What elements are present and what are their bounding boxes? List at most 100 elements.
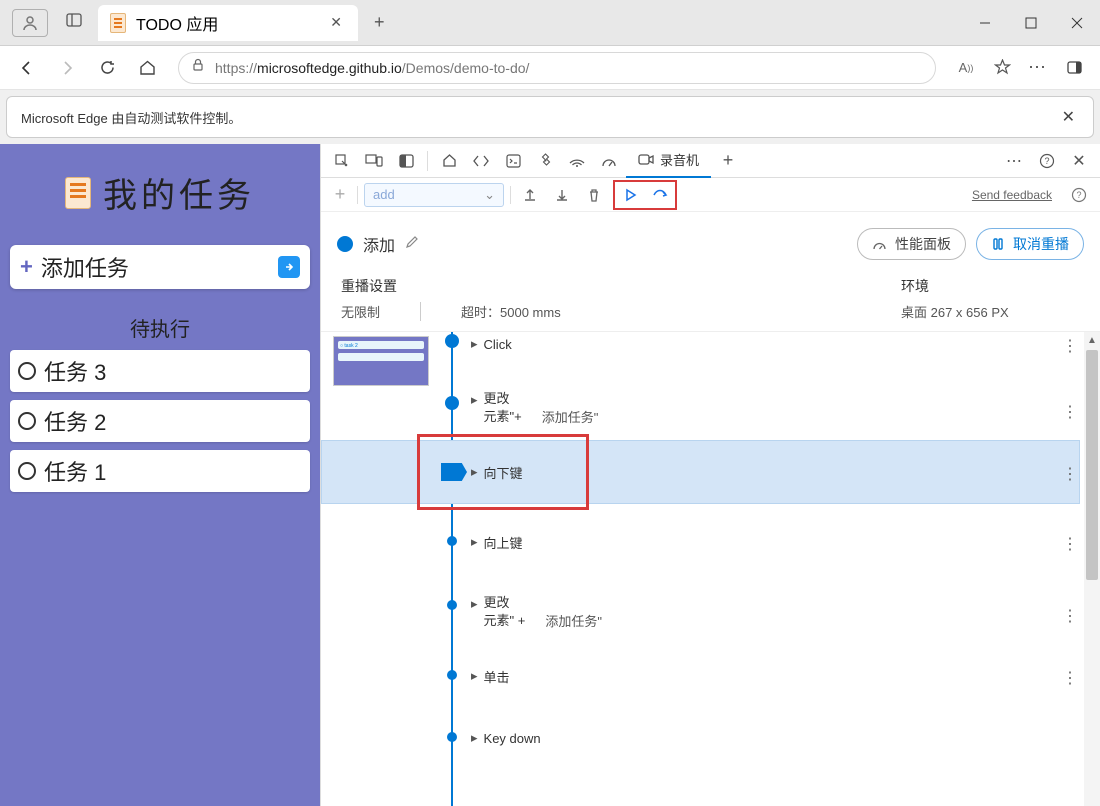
profile-button[interactable] xyxy=(12,9,48,37)
edit-name-icon[interactable] xyxy=(405,235,419,254)
window-titlebar: TODO 应用 ✕ + xyxy=(0,0,1100,46)
recorder-tab[interactable]: 录音机 xyxy=(626,144,711,178)
elements-tab-icon[interactable] xyxy=(466,147,496,175)
url-text: https://microsoftedge.github.io/Demos/de… xyxy=(215,60,923,76)
pending-header: 待执行 xyxy=(10,313,310,342)
env-value: 桌面 267 x 656 PX xyxy=(901,302,1009,321)
favorite-icon[interactable] xyxy=(986,52,1018,84)
network-tab-icon[interactable] xyxy=(562,147,592,175)
step-menu-icon[interactable]: ⋮ xyxy=(1062,336,1080,356)
current-step-marker xyxy=(441,463,467,481)
step-row[interactable]: ▸ 更改元素"+ 添加任务" xyxy=(471,386,1070,430)
task-item[interactable]: 任务 2 xyxy=(10,400,310,442)
performance-panel-button[interactable]: 性能面板 xyxy=(857,228,966,260)
devtools-panel: 录音机 + ⋯ ? ✕ + add ⌄ xyxy=(320,144,1100,806)
back-button[interactable] xyxy=(10,51,44,85)
banner-text: Microsoft Edge 由自动测试软件控制。 xyxy=(21,108,241,127)
forward-button[interactable] xyxy=(50,51,84,85)
replay-settings: 重播设置 无限制 超时：5000 mms 环境 桌面 267 x 656 PX xyxy=(321,270,1100,331)
recording-select-label: add xyxy=(373,187,395,202)
step-row[interactable]: ▸单击 xyxy=(471,656,1070,696)
app-header: 我的任务 xyxy=(10,168,310,217)
browser-tab[interactable]: TODO 应用 ✕ xyxy=(98,5,358,41)
step-row[interactable]: ▸Key down xyxy=(471,718,1070,758)
read-aloud-icon[interactable]: A)) xyxy=(950,52,982,84)
tab-favicon xyxy=(110,13,126,33)
more-tabs-button[interactable]: + xyxy=(713,147,743,175)
devtools-close-button[interactable]: ✕ xyxy=(1064,147,1094,175)
window-controls xyxy=(962,0,1100,46)
console-tab-icon[interactable] xyxy=(498,147,528,175)
task-label: 任务 3 xyxy=(44,355,106,387)
devtools-more-icon[interactable]: ⋯ xyxy=(1000,147,1030,175)
checkbox-icon[interactable] xyxy=(18,362,36,380)
replay-settings-label: 重播设置 xyxy=(341,276,901,296)
tab-close-button[interactable]: ✕ xyxy=(326,12,346,33)
task-label: 任务 1 xyxy=(44,455,106,487)
home-button[interactable] xyxy=(130,51,164,85)
checkbox-icon[interactable] xyxy=(18,462,36,480)
welcome-tab-icon[interactable] xyxy=(434,147,464,175)
inspect-icon[interactable] xyxy=(327,147,357,175)
step-label: 更改 xyxy=(484,391,510,406)
scroll-up-arrow[interactable]: ▲ xyxy=(1084,332,1100,348)
cancel-replay-button[interactable]: 取消重播 xyxy=(976,228,1084,260)
more-icon[interactable]: ⋯ xyxy=(1022,52,1054,84)
scrollbar-thumb[interactable] xyxy=(1086,350,1098,580)
toolbar: https://microsoftedge.github.io/Demos/de… xyxy=(0,46,1100,90)
step-thumbnail: ○ task 2 xyxy=(333,336,429,386)
export-icon[interactable] xyxy=(549,182,575,208)
banner-close-button[interactable]: ✕ xyxy=(1058,103,1079,131)
step-row[interactable]: ▸向上键 xyxy=(471,522,1070,562)
step-row[interactable]: ▸向下键 xyxy=(471,452,1070,492)
app-title: 我的任务 xyxy=(103,168,255,217)
step-menu-icon[interactable]: ⋮ xyxy=(1062,464,1080,484)
cancel-replay-label: 取消重播 xyxy=(1013,234,1069,254)
step-menu-icon[interactable]: ⋮ xyxy=(1062,534,1080,554)
step-menu-icon[interactable]: ⋮ xyxy=(1062,668,1080,688)
new-recording-button[interactable]: + xyxy=(329,184,351,205)
gauge-icon xyxy=(872,238,887,251)
chevron-down-icon: ⌄ xyxy=(484,187,495,203)
checkbox-icon[interactable] xyxy=(18,412,36,430)
new-tab-button[interactable]: + xyxy=(366,8,393,37)
tab-actions-icon[interactable] xyxy=(66,12,82,33)
dock-icon[interactable] xyxy=(391,147,421,175)
step-label: 向下键 xyxy=(484,463,523,482)
play-button[interactable] xyxy=(617,182,643,208)
send-feedback-link[interactable]: Send feedback xyxy=(972,188,1052,202)
delete-icon[interactable] xyxy=(581,182,607,208)
submit-task-button[interactable] xyxy=(278,256,300,278)
performance-tab-icon[interactable] xyxy=(594,147,624,175)
steps-timeline: ○ task 2 ▸Click ⋮ ▸ 更改元素"+ 添加任务" ⋮ xyxy=(321,331,1100,806)
step-menu-icon[interactable]: ⋮ xyxy=(1062,606,1080,626)
device-icon[interactable] xyxy=(359,147,389,175)
step-menu-icon[interactable]: ⋮ xyxy=(1062,402,1080,422)
refresh-button[interactable] xyxy=(90,51,124,85)
close-window-button[interactable] xyxy=(1054,0,1100,46)
step-label: Click xyxy=(484,337,512,352)
step-label: 向上键 xyxy=(484,533,523,552)
add-task-field[interactable]: + 添加任务 xyxy=(10,245,310,289)
task-item[interactable]: 任务 3 xyxy=(10,350,310,392)
step-button[interactable] xyxy=(647,182,673,208)
recording-select[interactable]: add ⌄ xyxy=(364,183,504,207)
maximize-button[interactable] xyxy=(1008,0,1054,46)
sources-tab-icon[interactable] xyxy=(530,147,560,175)
minimize-button[interactable] xyxy=(962,0,1008,46)
address-bar[interactable]: https://microsoftedge.github.io/Demos/de… xyxy=(178,52,936,84)
timeout-value: 超时：5000 mms xyxy=(461,302,561,321)
plus-icon: + xyxy=(20,254,33,280)
replay-unlimited: 无限制 xyxy=(341,302,380,321)
help-icon[interactable]: ? xyxy=(1032,147,1062,175)
perf-panel-label: 性能面板 xyxy=(895,234,951,254)
camera-icon xyxy=(638,153,654,166)
toolbar-help-icon[interactable]: ? xyxy=(1066,182,1092,208)
recording-name: 添加 xyxy=(363,232,395,256)
task-item[interactable]: 任务 1 xyxy=(10,450,310,492)
import-icon[interactable] xyxy=(517,182,543,208)
sidepanel-icon[interactable] xyxy=(1058,52,1090,84)
recorder-tab-label: 录音机 xyxy=(660,150,699,169)
step-row[interactable]: ▸Click xyxy=(471,332,1070,364)
step-row[interactable]: ▸ 更改元素" + 添加任务" xyxy=(471,590,1070,634)
